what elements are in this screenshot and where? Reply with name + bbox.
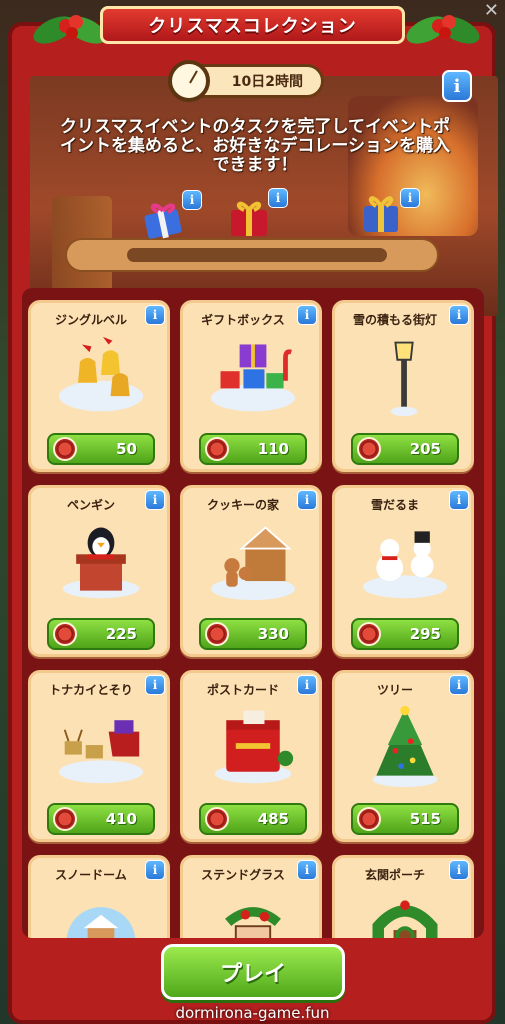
item-price: 410 xyxy=(105,810,137,828)
item-card[interactable]: 雪の積もる街灯 i 205 xyxy=(332,300,474,472)
item-info-button[interactable]: i xyxy=(297,305,317,325)
event-info-button[interactable]: i xyxy=(442,70,472,102)
item-price: 485 xyxy=(257,810,289,828)
item-name: ステンドグラス xyxy=(201,868,285,882)
buy-button[interactable]: 110 xyxy=(199,433,307,465)
watermark: dormirona-game.fun xyxy=(175,1004,330,1022)
item-card[interactable]: トナカイとそり i 410 xyxy=(28,670,170,842)
buy-button[interactable]: 410 xyxy=(47,803,155,835)
item-info-button[interactable]: i xyxy=(297,490,317,510)
item-info-button[interactable]: i xyxy=(145,490,165,510)
buy-button[interactable]: 515 xyxy=(351,803,459,835)
item-name: 玄関ポーチ xyxy=(364,868,425,882)
item-info-button[interactable]: i xyxy=(449,490,469,510)
snowman-icon xyxy=(362,531,448,599)
jingle-bells-icon xyxy=(58,336,144,412)
item-name: 雪の積もる街灯 xyxy=(352,313,437,327)
item-info-button[interactable]: i xyxy=(297,860,317,880)
item-grid: ジングルベル i 50 ギフトボックス i 110 雪の積もる街灯 i 205 ペンギン i 225 ク… xyxy=(22,288,484,938)
event-progress-bar xyxy=(65,238,439,272)
item-card[interactable]: ツリー i 515 xyxy=(332,670,474,842)
item-price: 205 xyxy=(409,440,441,458)
item-name: ギフトボックス xyxy=(201,313,285,327)
item-name: スノードーム xyxy=(55,868,127,882)
item-name: トナカイとそり xyxy=(49,683,133,697)
page-title: クリスマスコレクション xyxy=(100,6,405,44)
item-price: 295 xyxy=(409,625,441,643)
item-price: 110 xyxy=(257,440,289,458)
buy-button[interactable]: 295 xyxy=(351,618,459,650)
play-button[interactable]: プレイ xyxy=(161,944,345,1000)
item-info-button[interactable]: i xyxy=(297,675,317,695)
progress-track-inner xyxy=(127,248,387,262)
item-name: クッキーの家 xyxy=(206,498,279,512)
event-token-icon xyxy=(357,807,381,831)
penguin-icon xyxy=(62,527,140,599)
mailbox-icon xyxy=(214,710,294,784)
item-name: ツリー xyxy=(376,683,413,697)
event-token-icon xyxy=(53,437,77,461)
gift-red-icon[interactable] xyxy=(226,196,272,238)
item-card[interactable]: クッキーの家 i 330 xyxy=(180,485,322,657)
gift-boxes-icon xyxy=(210,344,296,412)
event-token-icon xyxy=(53,622,77,646)
item-info-button[interactable]: i xyxy=(145,305,165,325)
stained-glass-icon xyxy=(225,907,281,938)
item-card[interactable]: ステンドグラス i xyxy=(180,855,322,938)
item-card[interactable]: スノードーム i xyxy=(28,855,170,938)
item-price: 330 xyxy=(257,625,289,643)
gift-gold-icon[interactable] xyxy=(358,190,404,232)
christmas-tree-icon xyxy=(372,705,438,788)
item-name: ペンギン xyxy=(66,498,115,512)
gift-blue-icon[interactable] xyxy=(140,198,186,240)
item-price: 225 xyxy=(105,625,137,643)
item-info-button[interactable]: i xyxy=(145,860,165,880)
item-info-button[interactable]: i xyxy=(449,675,469,695)
event-token-icon xyxy=(205,807,229,831)
item-name: 雪だるま xyxy=(370,498,419,512)
snow-globe-icon xyxy=(66,907,136,938)
item-price: 515 xyxy=(409,810,441,828)
item-info-button[interactable]: i xyxy=(145,675,165,695)
event-token-icon xyxy=(205,437,229,461)
buy-button[interactable]: 330 xyxy=(199,618,307,650)
reward-info-button-2[interactable]: i xyxy=(268,188,288,208)
event-token-icon xyxy=(357,622,381,646)
event-description: クリスマスイベントのタスクを完了してイベントポイントを集めると、お好きなデコレー… xyxy=(60,117,450,175)
reindeer-sleigh-icon xyxy=(58,720,144,784)
item-name: ジングルベル xyxy=(54,313,127,327)
clock-icon xyxy=(168,60,210,102)
item-card[interactable]: ポストカード i 485 xyxy=(180,670,322,842)
gingerbread-house-icon xyxy=(210,526,296,601)
event-token-icon xyxy=(357,437,381,461)
buy-button[interactable]: 225 xyxy=(47,618,155,650)
holly-right-icon xyxy=(406,15,480,44)
item-card[interactable]: ペンギン i 225 xyxy=(28,485,170,657)
item-price: 50 xyxy=(116,440,137,458)
item-card[interactable]: ギフトボックス i 110 xyxy=(180,300,322,472)
close-icon[interactable]: ✕ xyxy=(484,0,499,21)
item-card[interactable]: 雪だるま i 295 xyxy=(332,485,474,657)
event-token-icon xyxy=(205,622,229,646)
item-info-button[interactable]: i xyxy=(449,305,469,325)
reward-info-button-1[interactable]: i xyxy=(182,190,202,210)
item-card[interactable]: ジングルベル i 50 xyxy=(28,300,170,472)
buy-button[interactable]: 205 xyxy=(351,433,459,465)
reward-info-button-3[interactable]: i xyxy=(400,188,420,208)
holly-left-icon xyxy=(33,15,107,44)
item-name: ポストカード xyxy=(206,683,279,697)
item-card[interactable]: 玄関ポーチ i xyxy=(332,855,474,938)
wreath-porch-icon xyxy=(372,900,438,938)
buy-button[interactable]: 50 xyxy=(47,433,155,465)
buy-button[interactable]: 485 xyxy=(199,803,307,835)
item-info-button[interactable]: i xyxy=(449,860,469,880)
street-lamp-icon xyxy=(390,341,418,417)
event-token-icon xyxy=(53,807,77,831)
